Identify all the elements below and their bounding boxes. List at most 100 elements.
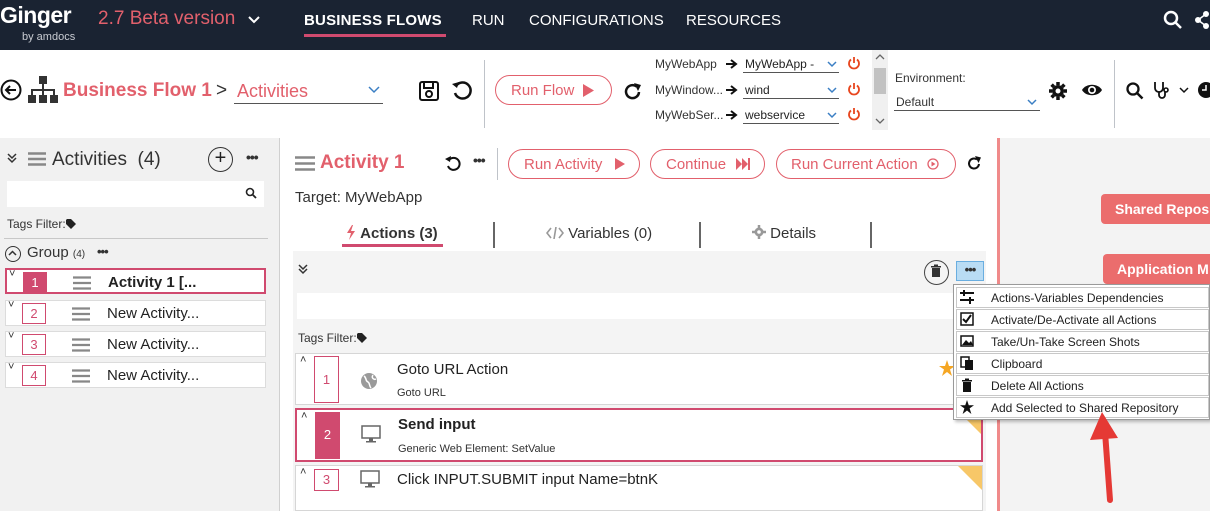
tags-filter[interactable]: Tags Filter:: [7, 217, 77, 231]
arrow-right-icon: [726, 85, 738, 95]
agent-select-1[interactable]: MyWebApp -: [743, 57, 839, 73]
breakpoint-corner-icon[interactable]: [958, 466, 982, 490]
eye-icon[interactable]: [1081, 81, 1103, 99]
undo-icon[interactable]: [445, 156, 461, 172]
more-options-icon[interactable]: •••: [473, 152, 486, 168]
logo-subtitle: by amdocs: [22, 31, 76, 43]
search-icon[interactable]: [1163, 10, 1183, 30]
agents-scrollbar[interactable]: [872, 50, 888, 130]
action-item[interactable]: ˄ 3 Click INPUT.SUBMIT input Name=btnK: [295, 465, 983, 511]
activity-item[interactable]: ˅ 1 Activity 1 [...: [5, 268, 266, 294]
drag-handle-icon[interactable]: [72, 338, 90, 352]
group-count: (4): [72, 249, 86, 260]
scrollbar-thumb[interactable]: [874, 68, 886, 94]
search-icon[interactable]: [1126, 82, 1144, 100]
clock-icon[interactable]: [1196, 80, 1210, 100]
chevron-down-icon[interactable]: [246, 12, 262, 28]
share-icon[interactable]: [1194, 10, 1210, 30]
collapse-all-icon[interactable]: [297, 263, 309, 275]
activity-item[interactable]: ˅ 2 New Activity...: [5, 299, 266, 326]
tab-actions[interactable]: Actions (3): [346, 225, 438, 242]
power-icon[interactable]: [847, 56, 861, 70]
menu-item-delete-all[interactable]: Delete All Actions: [956, 375, 1209, 396]
expand-chevron-icon[interactable]: ˅: [8, 299, 14, 311]
view-select[interactable]: Activities: [237, 81, 308, 102]
back-arrow-icon[interactable]: [0, 79, 22, 101]
group-label: Group (4): [27, 244, 85, 261]
chevron-down-icon[interactable]: [368, 85, 380, 95]
save-icon[interactable]: [418, 80, 440, 102]
drag-handle-icon[interactable]: [72, 307, 90, 321]
environment-select[interactable]: Default: [894, 94, 1040, 111]
drag-handle-icon[interactable]: [73, 276, 91, 290]
run-flow-button[interactable]: Run Flow: [495, 75, 612, 105]
actions-tags-filter[interactable]: Tags Filter:: [298, 331, 368, 345]
menu-item-screenshots[interactable]: Take/Un-Take Screen Shots: [956, 331, 1209, 352]
expand-chevron-icon[interactable]: ˅: [8, 330, 14, 342]
power-icon[interactable]: [847, 107, 861, 121]
continue-button[interactable]: Continue: [650, 149, 765, 179]
menu-item-dependencies[interactable]: Actions-Variables Dependencies: [956, 287, 1209, 308]
add-activity-button[interactable]: +: [208, 147, 233, 172]
activities-search-input[interactable]: [7, 181, 264, 207]
chevron-down-icon: [827, 61, 837, 68]
activity-number: 3: [22, 334, 46, 355]
activity-item[interactable]: ˅ 4 New Activity...: [5, 361, 266, 388]
actions-list-container: ••• Tags Filter: ˄ 1 Goto URL Action Got…: [293, 251, 986, 511]
activity-item[interactable]: ˅ 3 New Activity...: [5, 330, 266, 357]
chevron-down-icon[interactable]: [1179, 86, 1189, 94]
hamburger-menu-icon[interactable]: [28, 152, 46, 166]
hamburger-menu-icon[interactable]: [295, 156, 315, 171]
menu-item-clipboard[interactable]: Clipboard: [956, 353, 1209, 374]
run-flow-label: Run Flow: [511, 82, 575, 99]
lightning-icon: [347, 225, 355, 240]
nav-run[interactable]: RUN: [472, 12, 505, 29]
version-label[interactable]: 2.7 Beta version: [98, 8, 235, 30]
expand-chevron-icon[interactable]: ˅: [9, 268, 15, 280]
group-more-icon[interactable]: •••: [97, 244, 109, 259]
menu-item-activate-deactivate[interactable]: Activate/De-Activate all Actions: [956, 309, 1209, 330]
shared-repository-button[interactable]: Shared Repos: [1101, 194, 1210, 224]
gear-icon[interactable]: [1048, 81, 1068, 101]
collapse-chevron-icon[interactable]: ˄: [300, 466, 306, 478]
action-item[interactable]: ˄ 2 Send input Generic Web Element: SetV…: [295, 408, 983, 462]
activity-number: 1: [23, 272, 47, 293]
run-activity-button[interactable]: Run Activity: [508, 149, 640, 179]
tab-variables[interactable]: Variables (0): [545, 225, 652, 242]
view-select-underline: [234, 103, 383, 104]
agent-select-2[interactable]: wind: [743, 83, 839, 99]
refresh-icon[interactable]: [966, 156, 982, 172]
drag-handle-icon[interactable]: [72, 369, 90, 383]
collapse-group-icon[interactable]: [5, 246, 21, 262]
action-item[interactable]: ˄ 1 Goto URL Action Goto URL: [295, 353, 983, 405]
nav-configurations[interactable]: CONFIGURATIONS: [529, 12, 664, 29]
nav-business-flows[interactable]: BUSINESS FLOWS: [304, 12, 442, 29]
agent-select-3[interactable]: webservice: [743, 108, 839, 124]
actions-search-input[interactable]: [297, 293, 957, 319]
chevron-up-icon[interactable]: [872, 50, 888, 64]
expand-chevron-icon[interactable]: ˅: [8, 361, 14, 373]
collapse-chevron-icon[interactable]: ˄: [300, 354, 306, 366]
more-options-icon[interactable]: •••: [246, 149, 259, 165]
menu-item-add-to-shared-repository[interactable]: Add Selected to Shared Repository: [956, 397, 1209, 418]
action-description: Generic Web Element: SetValue: [398, 443, 556, 455]
play-icon: [583, 84, 594, 97]
undo-icon[interactable]: [451, 80, 473, 102]
refresh-icon[interactable]: [623, 82, 643, 102]
actions-more-options-button[interactable]: •••: [956, 261, 984, 281]
toolbar-divider: [1114, 60, 1115, 128]
action-number: 2: [315, 412, 340, 459]
run-current-action-button[interactable]: Run Current Action: [776, 149, 956, 179]
stethoscope-icon[interactable]: [1152, 80, 1172, 100]
delete-button[interactable]: [924, 260, 949, 285]
chevron-down-icon[interactable]: [872, 114, 888, 128]
action-description: Goto URL: [397, 387, 446, 399]
power-icon[interactable]: [847, 82, 861, 96]
tab-details[interactable]: Details: [752, 225, 816, 242]
collapse-all-icon[interactable]: [6, 152, 18, 164]
activity-name: Activity 1 [...: [108, 274, 197, 291]
collapse-chevron-icon[interactable]: ˄: [301, 410, 307, 422]
dependencies-icon: [960, 290, 974, 304]
nav-resources[interactable]: RESOURCES: [686, 12, 781, 29]
application-models-button[interactable]: Application M: [1103, 254, 1210, 284]
